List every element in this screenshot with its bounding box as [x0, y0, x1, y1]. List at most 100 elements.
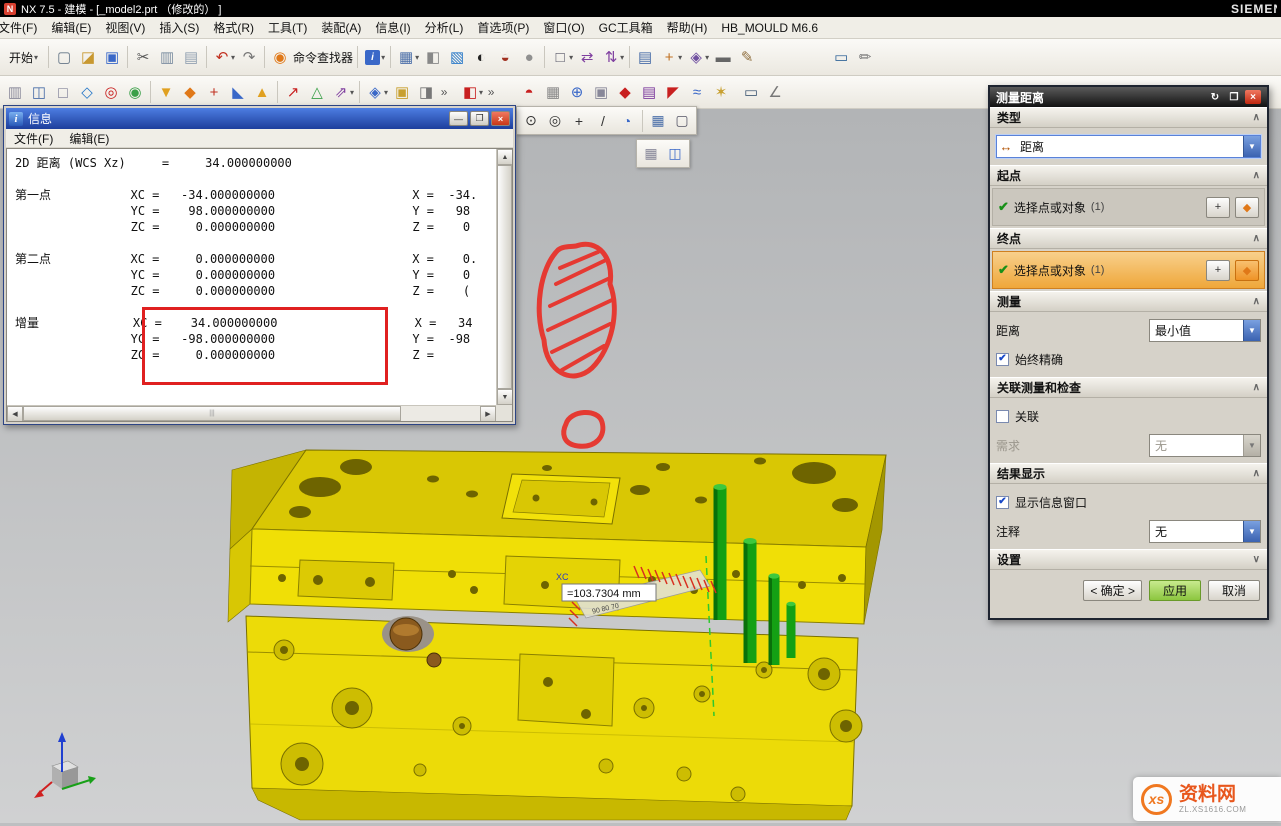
trim-body-icon[interactable]: ↗ [281, 80, 305, 104]
close-icon[interactable]: × [491, 111, 510, 126]
dropdown-arrow-icon[interactable]: ▼ [1243, 320, 1260, 341]
menu-item[interactable]: 文件(F) [0, 17, 44, 38]
dropdown-arrow-icon[interactable]: ▼ [1243, 521, 1260, 542]
snap-quadrant-icon[interactable]: ◔ [615, 109, 639, 133]
sketch-icon[interactable]: ◧▾ [458, 80, 485, 104]
menu-item[interactable]: 视图(V) [98, 17, 152, 38]
save-icon[interactable]: ▣ [100, 45, 124, 69]
curve-icon[interactable]: ≈ [685, 80, 709, 104]
render-style-icon[interactable]: ◐ [469, 45, 493, 69]
annotation-dropdown[interactable]: 无 ▼ [1149, 520, 1261, 543]
cut-icon[interactable]: ✂ [131, 45, 155, 69]
part-navigator-icon[interactable]: ▥ [3, 80, 27, 104]
section-end-point[interactable]: 终点 ∧ [990, 228, 1267, 249]
edge-blend-icon[interactable]: ◣ [226, 80, 250, 104]
minimize-icon[interactable]: — [449, 111, 468, 126]
measure-distance-icon[interactable]: ▬ [711, 45, 735, 69]
annotation-icon[interactable]: ✎ [735, 45, 759, 69]
screen-split-icon[interactable]: ▦▾ [394, 45, 421, 69]
snap-midpoint-icon[interactable]: / [591, 109, 615, 133]
start-point-selector[interactable]: ✔ 选择点或对象 (1) + ◆ [992, 188, 1265, 226]
menu-item[interactable]: 首选项(P) [470, 17, 536, 38]
wcs-dynamics-icon[interactable]: +▾ [657, 45, 684, 69]
pattern-feature-icon[interactable]: ⇗▾ [329, 80, 356, 104]
clip-dialog-icon[interactable]: ❐ [1226, 90, 1242, 104]
ruler-icon[interactable]: ▭ [829, 45, 853, 69]
type-dropdown[interactable]: ↔ 距离 ▼ [996, 135, 1261, 158]
sketch-pencil-icon[interactable]: ✏ [853, 45, 877, 69]
menu-item-file[interactable]: 文件(F) [6, 129, 61, 148]
constraint-navigator-icon[interactable]: ◻ [51, 80, 75, 104]
menu-item[interactable]: 插入(S) [152, 17, 206, 38]
dropdown-arrow-icon[interactable]: ▼ [1243, 136, 1260, 157]
cancel-button[interactable]: 取消 [1208, 580, 1260, 601]
reset-icon[interactable]: ↻ [1207, 90, 1223, 104]
mesh-icon[interactable]: ▦ [541, 80, 565, 104]
menu-item[interactable]: 分析(L) [418, 17, 471, 38]
draft-icon[interactable]: △ [305, 80, 329, 104]
command-finder-icon[interactable]: ◉命令查找器 [268, 45, 354, 69]
snap-center-icon[interactable]: ⊙ [519, 109, 543, 133]
grid-icon[interactable]: ▦ [646, 109, 670, 133]
menu-item[interactable]: 装配(A) [314, 17, 368, 38]
open-file-icon[interactable]: ◪ [76, 45, 100, 69]
menu-item[interactable]: HB_MOULD M6.6 [714, 19, 825, 37]
menu-item[interactable]: 窗口(O) [536, 17, 591, 38]
point-dialog-button[interactable]: + [1206, 260, 1230, 281]
section-result-display[interactable]: 结果显示 ∧ [990, 463, 1267, 484]
section-associative-measure[interactable]: 关联测量和检查 ∧ [990, 377, 1267, 398]
point-dialog-button[interactable]: + [1206, 197, 1230, 218]
collapse-icon[interactable]: ∨ [1253, 554, 1260, 565]
snapshot-icon[interactable]: ◈▾ [684, 45, 711, 69]
collapse-icon[interactable]: ∧ [1253, 296, 1260, 307]
checkbox-show-info-window[interactable]: ✔ [996, 496, 1009, 509]
angle-measure-icon[interactable]: ∠ [763, 80, 787, 104]
snap-circle-icon[interactable]: ◎ [543, 109, 567, 133]
ok-button[interactable]: < 确定 > [1083, 580, 1142, 601]
menu-item[interactable]: 帮助(H) [660, 17, 715, 38]
paste-icon[interactable]: ▤ [179, 45, 203, 69]
toolbar-overflow-icon[interactable]: » [438, 80, 450, 104]
add-component-icon[interactable]: ⊕ [565, 80, 589, 104]
hole-icon[interactable]: + [202, 80, 226, 104]
revolve-icon[interactable]: ◆ [178, 80, 202, 104]
point-method-button[interactable]: ◆ [1235, 197, 1259, 218]
restore-icon[interactable]: ❐ [470, 111, 489, 126]
vertical-scrollbar[interactable]: ▲ ▼ [496, 149, 512, 405]
collapse-icon[interactable]: ∧ [1253, 382, 1260, 393]
datum-csys-icon[interactable]: ◎ [99, 80, 123, 104]
section-measure[interactable]: 测量 ∧ [990, 291, 1267, 312]
measure-distance-dialog[interactable]: 测量距离 ↻ ❐ × 类型 ∧ ↔ 距离 ▼ 起点 ∧ ✔ 选择点或对象 (1)… [988, 85, 1269, 620]
scroll-left-icon[interactable]: ◀ [7, 406, 23, 422]
subtract-icon[interactable]: ▣ [390, 80, 414, 104]
menu-item[interactable]: GC工具箱 [592, 17, 660, 38]
material-icon[interactable]: ◒ [493, 45, 517, 69]
datum-plane-icon[interactable]: ◇ [75, 80, 99, 104]
toolbar-overflow-icon[interactable]: » [485, 80, 497, 104]
solid-cube-icon[interactable]: ◓ [517, 80, 541, 104]
assembly-navigator-icon[interactable]: ◫ [27, 80, 51, 104]
menu-item[interactable]: 信息(I) [368, 17, 417, 38]
show-hide-icon[interactable]: ◧ [421, 45, 445, 69]
redo-icon[interactable]: ↷ [237, 45, 261, 69]
exploded-view-icon[interactable]: ▤ [637, 80, 661, 104]
measure-icon[interactable]: ▭ [739, 80, 763, 104]
table-icon[interactable]: ▦ [639, 142, 663, 166]
section-start-point[interactable]: 起点 ∧ [990, 165, 1267, 186]
move-component-icon[interactable]: ▣ [589, 80, 613, 104]
section-settings[interactable]: 设置 ∨ [990, 549, 1267, 570]
menu-item-edit[interactable]: 编辑(E) [61, 129, 117, 148]
start-menu-button[interactable]: 开始▾ [3, 47, 45, 68]
collapse-icon[interactable]: ∧ [1253, 112, 1260, 123]
checkbox-associative[interactable] [996, 410, 1009, 423]
point-icon[interactable]: ◉ [123, 80, 147, 104]
scroll-up-icon[interactable]: ▲ [497, 149, 513, 165]
unite-icon[interactable]: ◈▾ [363, 80, 390, 104]
section-type[interactable]: 类型 ∧ [990, 107, 1267, 128]
distance-mode-dropdown[interactable]: 最小值 ▼ [1149, 319, 1261, 342]
scroll-thumb[interactable]: ||| [23, 406, 401, 421]
scroll-down-icon[interactable]: ▼ [497, 389, 513, 405]
new-file-icon[interactable]: ▢ [52, 45, 76, 69]
apply-button[interactable]: 应用 [1149, 580, 1201, 601]
undo-icon[interactable]: ↶▾ [210, 45, 237, 69]
